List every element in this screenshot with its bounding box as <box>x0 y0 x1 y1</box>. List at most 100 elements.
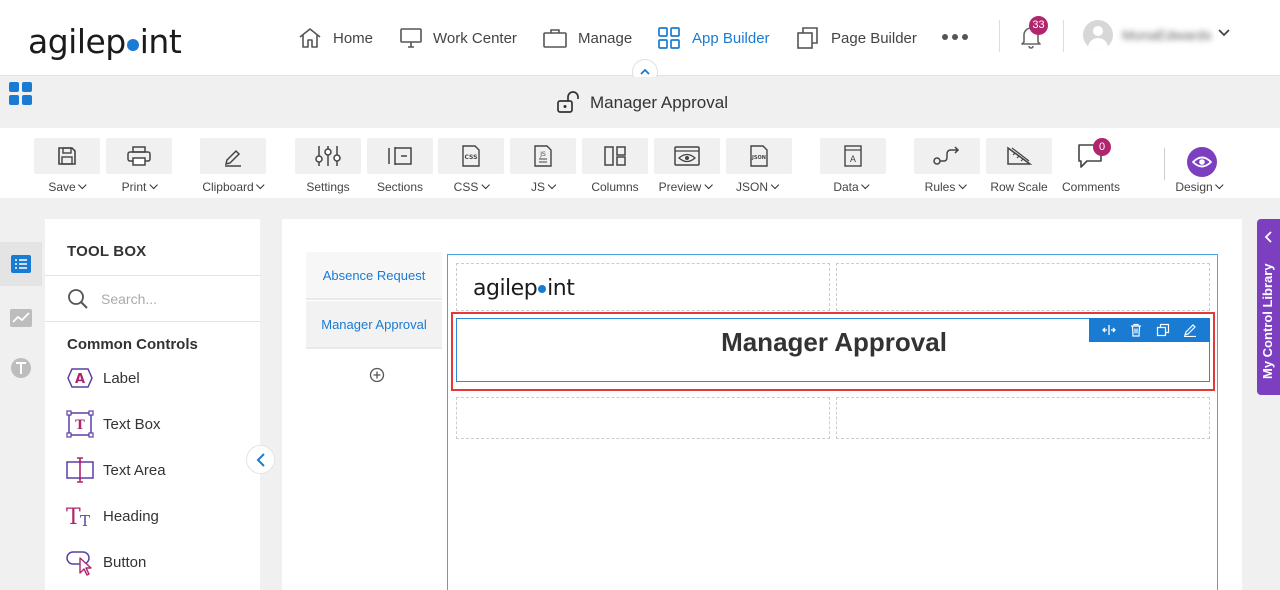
design-button[interactable] <box>1187 147 1217 177</box>
rail-theme[interactable] <box>0 346 42 390</box>
delete-icon[interactable] <box>1129 323 1143 337</box>
tool-heading-text: Heading <box>103 507 159 525</box>
search-icon <box>68 289 88 309</box>
print-label[interactable]: Print <box>122 180 158 194</box>
print-icon <box>127 146 151 166</box>
add-form-icon[interactable] <box>369 367 385 383</box>
settings-button[interactable] <box>295 138 361 174</box>
columns-label[interactable]: Columns <box>591 180 638 194</box>
user-name[interactable]: MonaEdwards <box>1122 27 1212 43</box>
tool-label[interactable]: A Label <box>65 363 140 393</box>
nav-app-builder[interactable]: App Builder <box>657 24 770 52</box>
form-cell[interactable] <box>456 397 830 439</box>
css-icon: CSS <box>462 145 480 167</box>
json-label[interactable]: JSON <box>736 180 780 194</box>
search-input[interactable] <box>101 291 251 307</box>
clipboard-label[interactable]: Clipboard <box>202 180 265 194</box>
theme-t-icon <box>11 358 31 378</box>
row-scale-button[interactable] <box>986 138 1052 174</box>
logo-dot <box>126 39 139 51</box>
toolbar-divider <box>1164 148 1165 180</box>
more-menu-icon[interactable] <box>942 34 968 40</box>
tool-text-area[interactable]: Text Area <box>65 455 166 485</box>
preview-icon <box>674 146 700 166</box>
print-button[interactable] <box>106 138 172 174</box>
comments-label[interactable]: Comments <box>1062 180 1120 194</box>
css-label[interactable]: CSS <box>454 180 490 194</box>
chevron-down-icon[interactable] <box>1216 25 1232 41</box>
page-title-text: Manager Approval <box>590 93 728 112</box>
js-icon: JS <box>534 145 552 167</box>
rail-toolbox[interactable] <box>0 242 42 286</box>
pages-icon <box>797 27 818 49</box>
form-cell[interactable] <box>836 263 1210 311</box>
tool-heading[interactable]: TT Heading <box>65 501 159 531</box>
tool-text-box[interactable]: T Text Box <box>65 409 161 439</box>
notification-badge: 33 <box>1029 16 1048 35</box>
heading-control[interactable]: Manager Approval <box>456 318 1210 382</box>
notifications-button[interactable]: 33 <box>1019 16 1048 55</box>
row-scale-label[interactable]: Row Scale <box>990 180 1047 194</box>
agilepoint-logo[interactable]: agilep int <box>28 22 182 61</box>
tab-absence-request[interactable]: Absence Request <box>306 252 442 300</box>
collapse-toolbox-button[interactable] <box>246 445 275 474</box>
rules-label[interactable]: Rules <box>925 180 967 194</box>
json-icon: JSON <box>750 145 768 167</box>
control-actions-bar <box>1089 318 1210 342</box>
svg-text:CSS: CSS <box>465 154 478 161</box>
nav-page-builder[interactable]: Page Builder <box>795 24 917 52</box>
my-control-library-label: My Control Library <box>1260 263 1275 379</box>
clipboard-button[interactable] <box>200 138 266 174</box>
json-button[interactable]: JSON <box>726 138 792 174</box>
save-button[interactable] <box>34 138 100 174</box>
tool-button[interactable]: Button <box>65 547 146 577</box>
form-cell[interactable]: agilep int <box>456 263 830 311</box>
design-label[interactable]: Design <box>1175 180 1224 194</box>
settings-label[interactable]: Settings <box>306 180 349 194</box>
settings-sliders-icon <box>315 146 341 166</box>
preview-label[interactable]: Preview <box>659 180 713 194</box>
data-label[interactable]: Data <box>833 180 870 194</box>
toolbox-search[interactable] <box>67 288 251 310</box>
unlock-icon[interactable] <box>556 91 582 115</box>
nav-app-builder-label: App Builder <box>692 29 770 47</box>
sections-button[interactable] <box>367 138 433 174</box>
resize-icon[interactable] <box>1101 323 1116 337</box>
comments-button[interactable]: 0 <box>1076 138 1111 175</box>
common-controls-heading: Common Controls <box>67 336 198 353</box>
rules-button[interactable] <box>914 138 980 174</box>
nav-home-label: Home <box>333 29 374 47</box>
nav-manage-label: Manage <box>578 29 633 47</box>
label-icon: A <box>67 368 93 388</box>
page-title: Manager Approval <box>556 91 728 115</box>
nav-work-center[interactable]: Work Center <box>399 24 517 52</box>
chevron-left-icon <box>1264 231 1272 243</box>
copy-icon[interactable] <box>1156 323 1170 337</box>
button-icon <box>66 551 92 576</box>
svg-text:A: A <box>850 155 857 165</box>
rail-analytics[interactable] <box>0 296 42 340</box>
js-button[interactable]: JS <box>510 138 576 174</box>
nav-page-builder-label: Page Builder <box>831 29 917 47</box>
preview-button[interactable] <box>654 138 720 174</box>
sections-label[interactable]: Sections <box>377 180 423 194</box>
data-button[interactable]: A <box>820 138 886 174</box>
form-logo[interactable]: agilep int <box>473 276 575 301</box>
my-control-library-tab[interactable]: My Control Library <box>1257 219 1280 395</box>
css-button[interactable]: CSS <box>438 138 504 174</box>
tool-text-box-text: Text Box <box>103 415 161 433</box>
apps-grid-icon[interactable] <box>9 82 33 106</box>
save-label[interactable]: Save <box>48 180 87 194</box>
avatar[interactable] <box>1083 20 1113 50</box>
edit-icon[interactable] <box>1183 323 1197 337</box>
nav-home[interactable]: Home <box>297 24 373 52</box>
form-cell[interactable] <box>836 397 1210 439</box>
list-icon <box>11 255 31 273</box>
tab-manager-approval[interactable]: Manager Approval <box>306 301 442 349</box>
form-design-area[interactable]: agilep int Manager Approval <box>447 254 1218 590</box>
selected-row-highlight: Manager Approval <box>451 312 1215 391</box>
nav-manage[interactable]: Manage <box>542 24 632 52</box>
js-label[interactable]: JS <box>531 180 557 194</box>
columns-button[interactable] <box>582 138 648 174</box>
svg-text:T: T <box>75 418 85 433</box>
